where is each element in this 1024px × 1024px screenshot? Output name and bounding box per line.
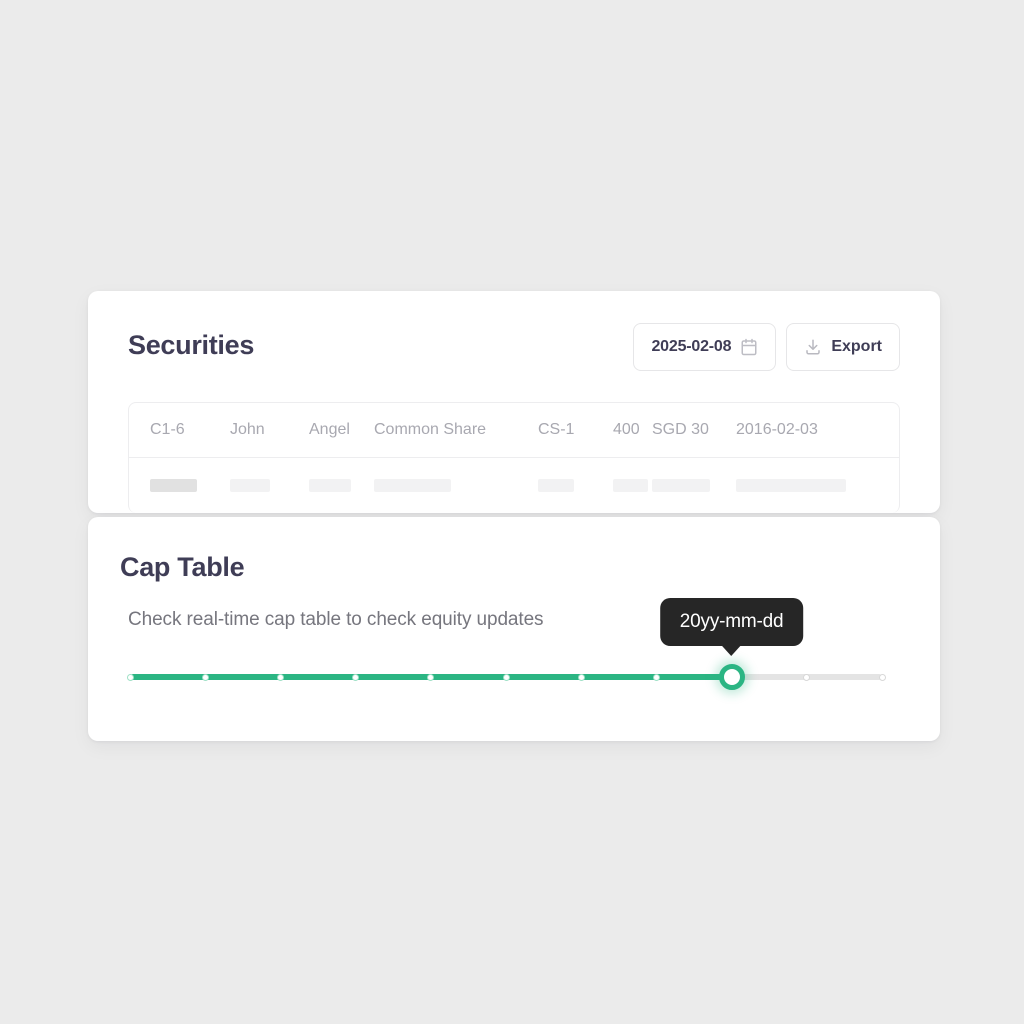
table-header-row: C1-6 John Angel Common Share CS-1 400 SG… [129,403,899,458]
table-cell: 400 [613,421,640,438]
slider-tick[interactable] [577,673,585,681]
slider-thumb[interactable] [718,664,745,691]
slider-tick[interactable] [276,673,284,681]
cap-table-content: Cap Table Check real-time cap table to c… [88,517,940,694]
securities-header: Securities 2025-02-08 Export [88,291,940,371]
slider-tick[interactable] [201,673,209,681]
skeleton-cell [309,479,374,492]
cap-table-card: Cap Table Check real-time cap table to c… [88,517,940,741]
skeleton-cell [538,479,613,492]
table-row [129,458,899,513]
page-title: Securities [128,330,255,361]
cap-table-title: Cap Table [120,552,245,582]
table-cell: 2016-02-03 [736,421,818,438]
slider-tick[interactable] [652,673,660,681]
skeleton-cell [374,479,538,492]
skeleton-cell [230,479,309,492]
export-button[interactable]: Export [786,323,900,371]
page-stage: Securities 2025-02-08 Export C1-6 John A… [88,291,940,741]
table-cell: CS-1 [538,421,575,438]
slider-tick[interactable] [878,673,886,681]
download-icon [804,338,822,356]
table-cell: Angel [309,421,350,438]
timeline-slider[interactable]: 20yy-mm-dd [126,598,886,694]
date-picker-value: 2025-02-08 [651,338,732,355]
skeleton-cell [613,479,652,492]
table-cell: John [230,421,265,438]
skeleton-cell [736,479,846,492]
export-button-label: Export [831,338,882,355]
securities-table: C1-6 John Angel Common Share CS-1 400 SG… [128,402,900,513]
securities-card: Securities 2025-02-08 Export C1-6 John A… [88,291,940,513]
skeleton-cell [150,479,230,492]
slider-tick[interactable] [502,673,510,681]
calendar-icon [740,338,758,356]
skeleton-cell [652,479,736,492]
table-cell: C1-6 [150,421,185,438]
slider-tooltip: 20yy-mm-dd [659,598,804,657]
header-actions: 2025-02-08 Export [633,323,900,371]
table-cell: SGD 30 [652,421,709,438]
slider-tick[interactable] [126,673,134,681]
date-picker-button[interactable]: 2025-02-08 [633,323,777,371]
table-cell: Common Share [374,421,487,438]
